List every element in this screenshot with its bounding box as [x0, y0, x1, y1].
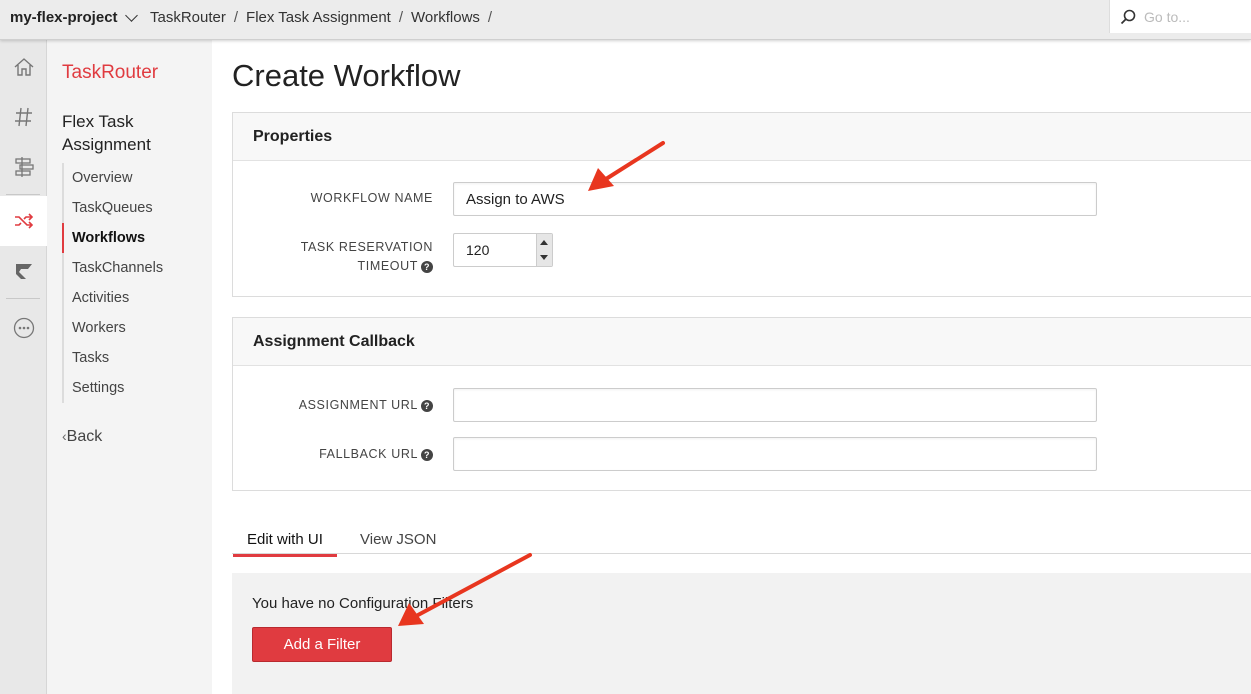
timeout-label: TASK RESERVATION TIMEOUT?: [233, 238, 433, 276]
assignment-url-label-text: ASSIGNMENT URL: [298, 398, 418, 412]
breadcrumb-separator: /: [233, 9, 239, 26]
no-filters-message: You have no Configuration Filters: [252, 595, 474, 612]
search-box[interactable]: [1109, 0, 1251, 33]
nav-item-workers[interactable]: Workers: [62, 313, 163, 343]
main-content: Create Workflow Properties WORKFLOW NAME…: [212, 40, 1251, 694]
hash-icon: [14, 107, 32, 127]
page-title: Create Workflow: [232, 58, 461, 93]
breadcrumb-flex-task-assignment[interactable]: Flex Task Assignment: [246, 9, 391, 26]
tab-view-json[interactable]: View JSON: [360, 531, 436, 554]
icon-rail: [0, 40, 47, 694]
breadcrumb-workflows[interactable]: Workflows: [411, 9, 480, 26]
assignment-url-label: ASSIGNMENT URL?: [233, 396, 433, 415]
nav-item-taskchannels[interactable]: TaskChannels: [62, 253, 163, 283]
nav-item-activities[interactable]: Activities: [62, 283, 163, 313]
add-filter-button[interactable]: Add a Filter: [252, 627, 392, 662]
workflow-name-input[interactable]: [453, 182, 1097, 216]
assignment-callback-header: Assignment Callback: [233, 318, 1251, 366]
stepper-down-icon[interactable]: [540, 255, 548, 260]
rail-home[interactable]: [0, 42, 47, 92]
rail-studio[interactable]: [0, 142, 47, 192]
help-icon[interactable]: ?: [421, 261, 433, 273]
back-link[interactable]: ‹Back: [62, 428, 102, 446]
home-icon: [14, 58, 33, 76]
editor-tabs: Edit with UI View JSON: [232, 527, 1251, 557]
fallback-url-label: FALLBACK URL?: [233, 445, 433, 464]
timeout-value: 120: [466, 242, 490, 258]
help-icon[interactable]: ?: [421, 449, 433, 461]
stepper-buttons: [536, 234, 552, 266]
fallback-url-label-text: FALLBACK URL: [319, 447, 418, 461]
breadcrumb-separator: /: [487, 9, 493, 26]
workflow-name-label: WORKFLOW NAME: [233, 189, 433, 208]
breadcrumb: TaskRouter / Flex Task Assignment / Work…: [150, 9, 492, 26]
shuffle-icon: [14, 213, 33, 229]
nav-item-workflows[interactable]: Workflows: [62, 223, 163, 253]
rail-more[interactable]: [0, 303, 47, 353]
secondary-nav: TaskRouter Flex Task Assignment Overview…: [47, 40, 212, 694]
rail-phone-numbers[interactable]: [0, 92, 47, 142]
sliders-icon: [14, 157, 34, 177]
tab-edit-with-ui[interactable]: Edit with UI: [233, 531, 337, 557]
chevron-down-icon: [124, 8, 138, 22]
nav-item-taskqueues[interactable]: TaskQueues: [62, 193, 163, 223]
more-icon: [13, 317, 34, 339]
assignment-url-input[interactable]: [453, 388, 1097, 422]
workflow-name-label-text: WORKFLOW NAME: [310, 191, 433, 205]
fallback-url-input[interactable]: [453, 437, 1097, 471]
timeout-stepper[interactable]: 120: [453, 233, 553, 267]
stepper-up-icon[interactable]: [540, 240, 548, 245]
breadcrumb-taskrouter[interactable]: TaskRouter: [150, 9, 226, 26]
help-icon[interactable]: ?: [421, 400, 433, 412]
timeout-label-line2: TIMEOUT: [357, 259, 418, 273]
project-selector[interactable]: my-flex-project: [10, 8, 138, 26]
top-bar: my-flex-project TaskRouter / Flex Task A…: [0, 0, 1251, 40]
rail-divider: [6, 298, 40, 299]
search-icon: [1120, 9, 1136, 24]
nav-list: Overview TaskQueues Workflows TaskChanne…: [62, 163, 163, 403]
assignment-callback-panel: Assignment Callback ASSIGNMENT URL? FALL…: [232, 317, 1251, 491]
section-title[interactable]: Flex Task Assignment: [62, 110, 202, 156]
filters-area: You have no Configuration Filters Add a …: [232, 573, 1251, 694]
nav-item-overview[interactable]: Overview: [62, 163, 163, 193]
back-label: Back: [66, 428, 103, 445]
properties-panel: Properties WORKFLOW NAME TASK RESERVATIO…: [232, 112, 1251, 297]
search-input[interactable]: [1144, 8, 1244, 25]
rail-flex[interactable]: [0, 246, 47, 296]
flag-icon: [15, 264, 32, 279]
nav-item-tasks[interactable]: Tasks: [62, 343, 163, 373]
nav-item-settings[interactable]: Settings: [62, 373, 163, 403]
timeout-label-line1: TASK RESERVATION: [300, 240, 433, 254]
properties-header: Properties: [233, 113, 1251, 161]
rail-divider: [6, 194, 40, 195]
product-title[interactable]: TaskRouter: [62, 62, 158, 84]
breadcrumb-separator: /: [398, 9, 404, 26]
rail-taskrouter[interactable]: [0, 196, 47, 246]
project-name: my-flex-project: [10, 9, 118, 26]
